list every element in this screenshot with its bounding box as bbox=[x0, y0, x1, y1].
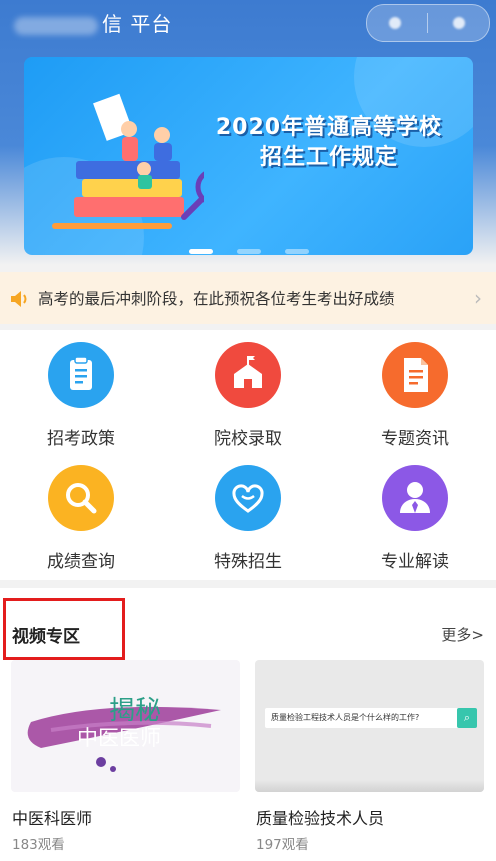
app-title: 信 平台 bbox=[14, 8, 172, 37]
search-icon: ⌕ bbox=[457, 708, 477, 728]
search-bar-graphic: 质量检验工程技术人员是个什么样的工作? bbox=[265, 708, 461, 728]
chevron-right-icon[interactable]: › bbox=[474, 286, 482, 310]
grid-item-label: 专业解读 bbox=[381, 552, 449, 572]
grid-item-label: 专题资讯 bbox=[381, 429, 449, 449]
grid-item-label: 特殊招生 bbox=[214, 552, 282, 572]
thumbnail-shadow bbox=[255, 780, 484, 792]
books-illustration bbox=[52, 93, 204, 229]
grid-item-score-query[interactable]: 成绩查询 bbox=[16, 465, 146, 572]
function-grid: 招考政策 院校录取 专题资讯 成绩查询 特殊招生 专业解读 bbox=[0, 330, 496, 580]
clipboard-icon bbox=[48, 342, 114, 408]
grid-item-special-enrollment[interactable]: 特殊招生 bbox=[183, 465, 313, 572]
grid-item-label: 院校录取 bbox=[214, 429, 282, 449]
video-title[interactable]: 中医科医师 bbox=[12, 805, 92, 829]
more-link[interactable]: 更多> bbox=[441, 624, 484, 645]
grid-item-college-admission[interactable]: 院校录取 bbox=[183, 342, 313, 449]
magnifier-icon bbox=[48, 465, 114, 531]
video-section: 视频专区 更多> 揭秘 中医医师 中医科医师 183观看 质量检验工程技术人员是… bbox=[0, 588, 496, 861]
highlight-box bbox=[3, 598, 125, 660]
close-icon[interactable] bbox=[453, 17, 465, 29]
banner-title: 2020年普通高等学校 招生工作规定 bbox=[215, 115, 443, 170]
document-icon bbox=[382, 342, 448, 408]
heart-hand-icon bbox=[215, 465, 281, 531]
video-views: 183观看 bbox=[12, 837, 65, 853]
carousel-dot[interactable] bbox=[236, 249, 261, 254]
grid-item-special-news[interactable]: 专题资讯 bbox=[350, 342, 480, 449]
video-thumbnail[interactable]: 质量检验工程技术人员是个什么样的工作? ⌕ bbox=[255, 660, 484, 792]
video-views: 197观看 bbox=[256, 837, 309, 853]
carousel-dot[interactable] bbox=[188, 249, 213, 254]
person-icon bbox=[382, 465, 448, 531]
video-title[interactable]: 质量检验技术人员 bbox=[256, 805, 384, 829]
blurred-title-prefix bbox=[14, 16, 98, 35]
more-options-icon[interactable] bbox=[389, 17, 401, 29]
mini-program-capsule[interactable] bbox=[366, 4, 490, 42]
notice-bar[interactable]: 高考的最后冲刺阶段，在此预祝各位考生考出好成绩 › bbox=[0, 272, 496, 324]
grid-item-label: 成绩查询 bbox=[47, 552, 115, 572]
grid-item-label: 招考政策 bbox=[47, 429, 115, 449]
carousel-dot[interactable] bbox=[284, 249, 309, 254]
carousel-indicators bbox=[24, 239, 473, 255]
grid-item-admission-policy[interactable]: 招考政策 bbox=[16, 342, 146, 449]
thumbnail-subtitle: 中医医师 bbox=[77, 726, 161, 750]
grid-item-major-interpretation[interactable]: 专业解读 bbox=[350, 465, 480, 572]
video-thumbnail[interactable]: 揭秘 中医医师 bbox=[11, 660, 240, 792]
school-building-icon bbox=[215, 342, 281, 408]
capsule-divider bbox=[427, 13, 428, 33]
notice-text: 高考的最后冲刺阶段，在此预祝各位考生考出好成绩 bbox=[38, 290, 395, 308]
banner-carousel[interactable]: 2020年普通高等学校 招生工作规定 bbox=[24, 57, 473, 255]
speaker-icon bbox=[11, 291, 27, 307]
